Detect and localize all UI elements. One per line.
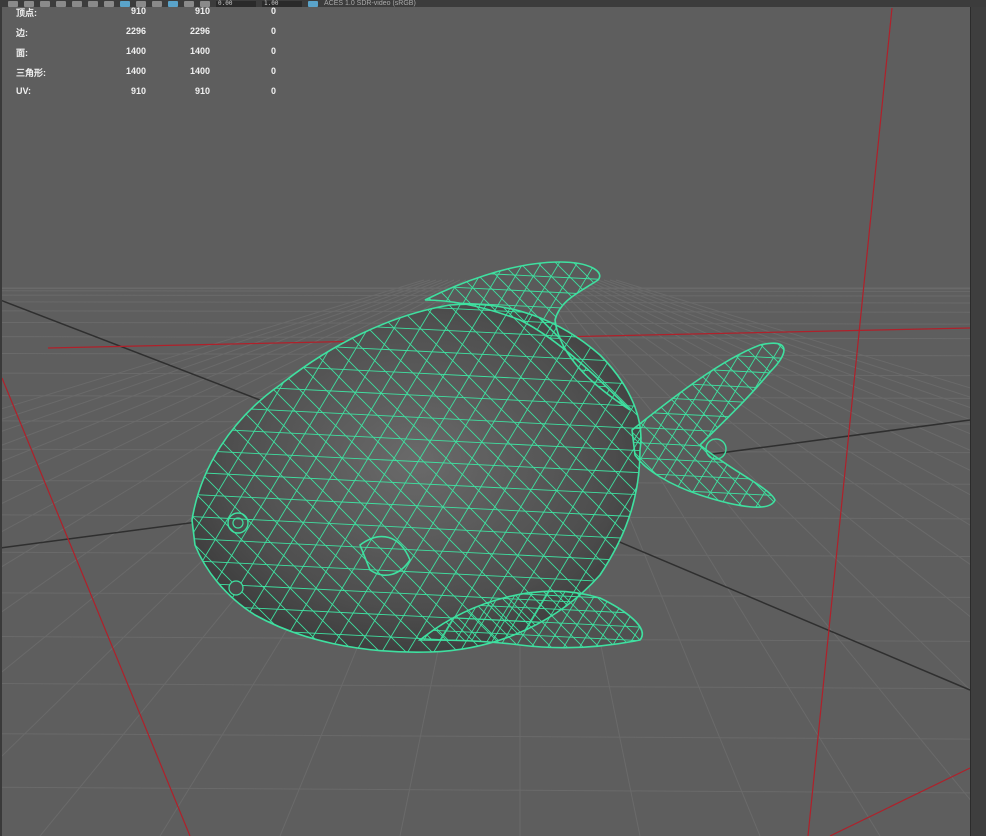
poly-count-hud: 顶点: 910 910 0 边: 2296 2296 0 面: 1400 140… [16,6,276,106]
hud-value: 910 [194,6,210,16]
color-space-icon[interactable] [308,0,318,7]
red-axis-line [807,7,893,836]
mesh-edge [192,304,207,653]
mesh-edge [655,575,703,655]
hud-value: 2296 [125,26,146,36]
mesh-edge [192,304,207,653]
hud-value: 2296 [189,26,210,36]
hud-value: 0 [270,46,276,56]
hud-label: 面: [16,48,28,58]
mesh-edge [192,304,233,653]
viewport-left-border [0,0,2,836]
hud-value: 0 [270,6,276,16]
hud-value: 910 [194,86,210,96]
hud-value: 0 [270,66,276,76]
grid-line [0,786,971,794]
red-axis-line [829,767,971,836]
mesh-edge [622,591,643,648]
mesh-edge [638,591,643,648]
grid-line [591,279,986,441]
hud-value: 1400 [189,66,210,76]
mesh-edge [192,304,233,653]
mesh-edge [622,591,643,648]
hud-row-vertices: 顶点: 910 910 0 [16,6,276,26]
hud-value: 910 [130,6,146,16]
hud-label: 顶点: [16,8,37,18]
grid-line [0,733,971,740]
mesh-edge [768,343,784,508]
hud-value: 1400 [125,46,146,56]
viewport-panel[interactable] [0,0,986,836]
hud-value: 0 [270,26,276,36]
mesh-edge [767,295,986,660]
hud-value: 1400 [125,66,146,76]
hud-row-uvs: UV: 910 910 0 [16,86,276,106]
mesh-edge [0,295,180,660]
grid-line [0,683,971,690]
hud-row-edges: 边: 2296 2296 0 [16,26,276,46]
grid-line [579,279,986,479]
mesh-edge [671,575,719,655]
viewport-scrollbar[interactable] [970,0,986,836]
hud-label: 边: [16,28,28,38]
hud-row-triangles: 三角形: 1400 1400 0 [16,66,276,86]
color-space-label[interactable]: ACES 1.0 SDR-video (sRGB) [324,0,416,7]
mesh-edge [0,295,180,660]
fish-wireframe-mesh[interactable] [0,255,986,672]
mesh-edge [793,295,986,660]
mesh-edge [655,575,735,655]
hud-label: UV: [16,86,32,96]
mouth-ring [228,580,244,596]
viewport-scene[interactable] [0,0,986,836]
hud-label: 三角形: [16,68,46,78]
grid-line [603,279,986,414]
mesh-edge [805,335,913,515]
hud-value: 1400 [189,46,210,56]
hud-value: 910 [130,86,146,96]
hud-value: 0 [270,86,276,96]
hud-row-faces: 面: 1400 1400 0 [16,46,276,66]
grid-line [615,279,986,394]
mesh-edge [638,591,643,648]
